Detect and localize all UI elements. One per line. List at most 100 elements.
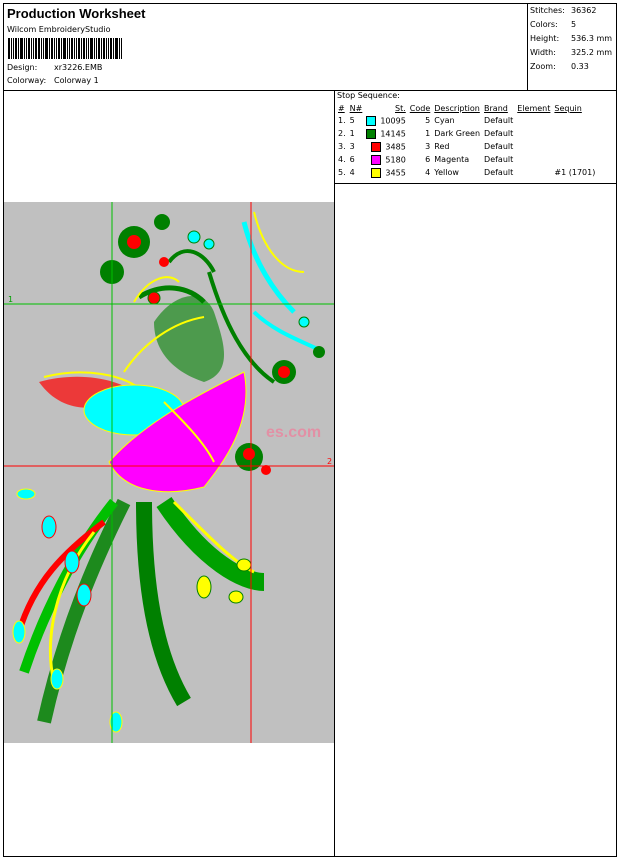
barcode-bar (113, 38, 114, 59)
color-code: 6 (425, 155, 431, 164)
barcode-bar (20, 38, 23, 59)
color-code: 4 (425, 168, 431, 177)
barcode (8, 38, 123, 59)
color-description: Dark Green (434, 129, 481, 138)
col-num: # (338, 103, 345, 113)
needle-number: 1 (349, 129, 355, 138)
stop-sequence-title: Stop Sequence: (337, 91, 400, 100)
table-row: 5. 4 3455 4 Yellow Default #1 (1701) (336, 166, 597, 179)
sequin (552, 140, 597, 153)
color-swatch (366, 115, 377, 126)
table-row: 3. 3 3485 3 Red Default (336, 140, 597, 153)
barcode-bar (71, 38, 73, 59)
barcode-bar (51, 38, 53, 59)
stop-sequence-divider (335, 183, 616, 184)
thread-brand: Default (484, 129, 514, 138)
barcode-bar (58, 38, 60, 59)
stitch-count: 3485 (364, 140, 407, 153)
stat-width: Width: 325.2 mm (530, 48, 616, 57)
col-code: Code (409, 103, 431, 113)
tail-feathers (12, 488, 265, 733)
table-row: 2. 1 14145 1 Dark Green Default (336, 127, 597, 140)
barcode-bar (56, 38, 57, 59)
barcode-bar (98, 38, 100, 59)
stop-sequence-table: # N# St. Code Description Brand Element … (336, 102, 597, 179)
barcode-bar (90, 38, 93, 59)
stat-label: Colors: (530, 20, 558, 29)
stitch-count-value: 10095 (380, 116, 406, 125)
col-element: Element (517, 103, 551, 113)
design-preview-pane: 1 2 es.com (4, 90, 335, 856)
barcode-bar (45, 38, 48, 59)
stat-height: Height: 536.3 mm (530, 34, 616, 43)
stitch-count: 5180 (364, 153, 407, 166)
barcode-bar (101, 38, 102, 59)
stitch-count-value: 14145 (380, 129, 406, 138)
guide-label-1: 1 (8, 295, 13, 304)
thread-brand: Default (484, 168, 514, 177)
barcode-bar (13, 38, 14, 59)
guide-label-2: 2 (327, 457, 332, 466)
design-preview: 1 2 es.com (4, 202, 334, 743)
barcode-bar (63, 38, 66, 59)
color-swatch (366, 128, 377, 139)
col-sequin: Sequin (554, 103, 582, 113)
color-code: 3 (425, 142, 431, 151)
stat-label: Width: (530, 48, 556, 57)
stat-label: Zoom: (530, 62, 556, 71)
barcode-bar (67, 38, 68, 59)
stat-colors: Colors: 5 (530, 20, 616, 29)
stat-value: 5 (571, 20, 577, 29)
stitch-count: 10095 (364, 114, 407, 127)
design-value: xr3226.EMB (54, 63, 103, 72)
barcode-bar (103, 38, 105, 59)
barcode-bar (78, 38, 80, 59)
row-number: 5. (338, 168, 346, 177)
software-name: Wilcom EmbroideryStudio (7, 25, 111, 34)
stat-stitches: Stitches: 36362 (530, 6, 616, 15)
element (515, 140, 552, 153)
colorway-value: Colorway 1 (54, 76, 99, 85)
stats-panel: Stitches: 36362 Colors: 5 Height: 536.3 … (527, 4, 617, 90)
stat-label: Height: (530, 34, 560, 43)
needle-number: 4 (349, 168, 355, 177)
color-code: 5 (425, 116, 431, 125)
barcode-bar (11, 38, 12, 59)
barcode-bar (54, 38, 55, 59)
barcode-bar (33, 38, 34, 59)
table-header-row: # N# St. Code Description Brand Element … (336, 102, 597, 114)
stat-value: 36362 (571, 6, 597, 15)
barcode-bar (96, 38, 97, 59)
colorway-label: Colorway: (7, 76, 47, 85)
element (515, 153, 552, 166)
color-description: Yellow (434, 168, 459, 177)
stat-label: Stitches: (530, 6, 565, 15)
stitch-count-value: 3455 (385, 168, 406, 177)
sequin (552, 153, 597, 166)
phoenix-head (133, 211, 325, 384)
stat-value: 536.3 mm (571, 34, 613, 43)
barcode-bar (35, 38, 37, 59)
barcode-bar (69, 38, 70, 59)
row-number: 4. (338, 155, 346, 164)
needle-number: 3 (349, 142, 355, 151)
colorway-field: Colorway: Colorway 1 (7, 76, 99, 85)
stitch-count-value: 3485 (385, 142, 406, 151)
barcode-bar (18, 38, 19, 59)
row-number: 1. (338, 116, 346, 125)
element (515, 166, 552, 179)
barcode-bar (26, 38, 27, 59)
sequin: #1 (1701) (554, 168, 596, 177)
stitch-count-value: 5180 (385, 155, 406, 164)
thread-brand: Default (484, 155, 514, 164)
col-n: N# (349, 103, 363, 113)
thread-brand: Default (484, 142, 514, 151)
barcode-bar (83, 38, 85, 59)
barcode-bar (41, 38, 42, 59)
barcode-bar (76, 38, 77, 59)
color-code: 1 (425, 129, 431, 138)
design-field: Design: xr3226.EMB (7, 63, 102, 72)
design-label: Design: (7, 63, 38, 72)
production-worksheet: Production Worksheet Wilcom EmbroiderySt… (3, 3, 617, 857)
sequin (552, 127, 597, 140)
